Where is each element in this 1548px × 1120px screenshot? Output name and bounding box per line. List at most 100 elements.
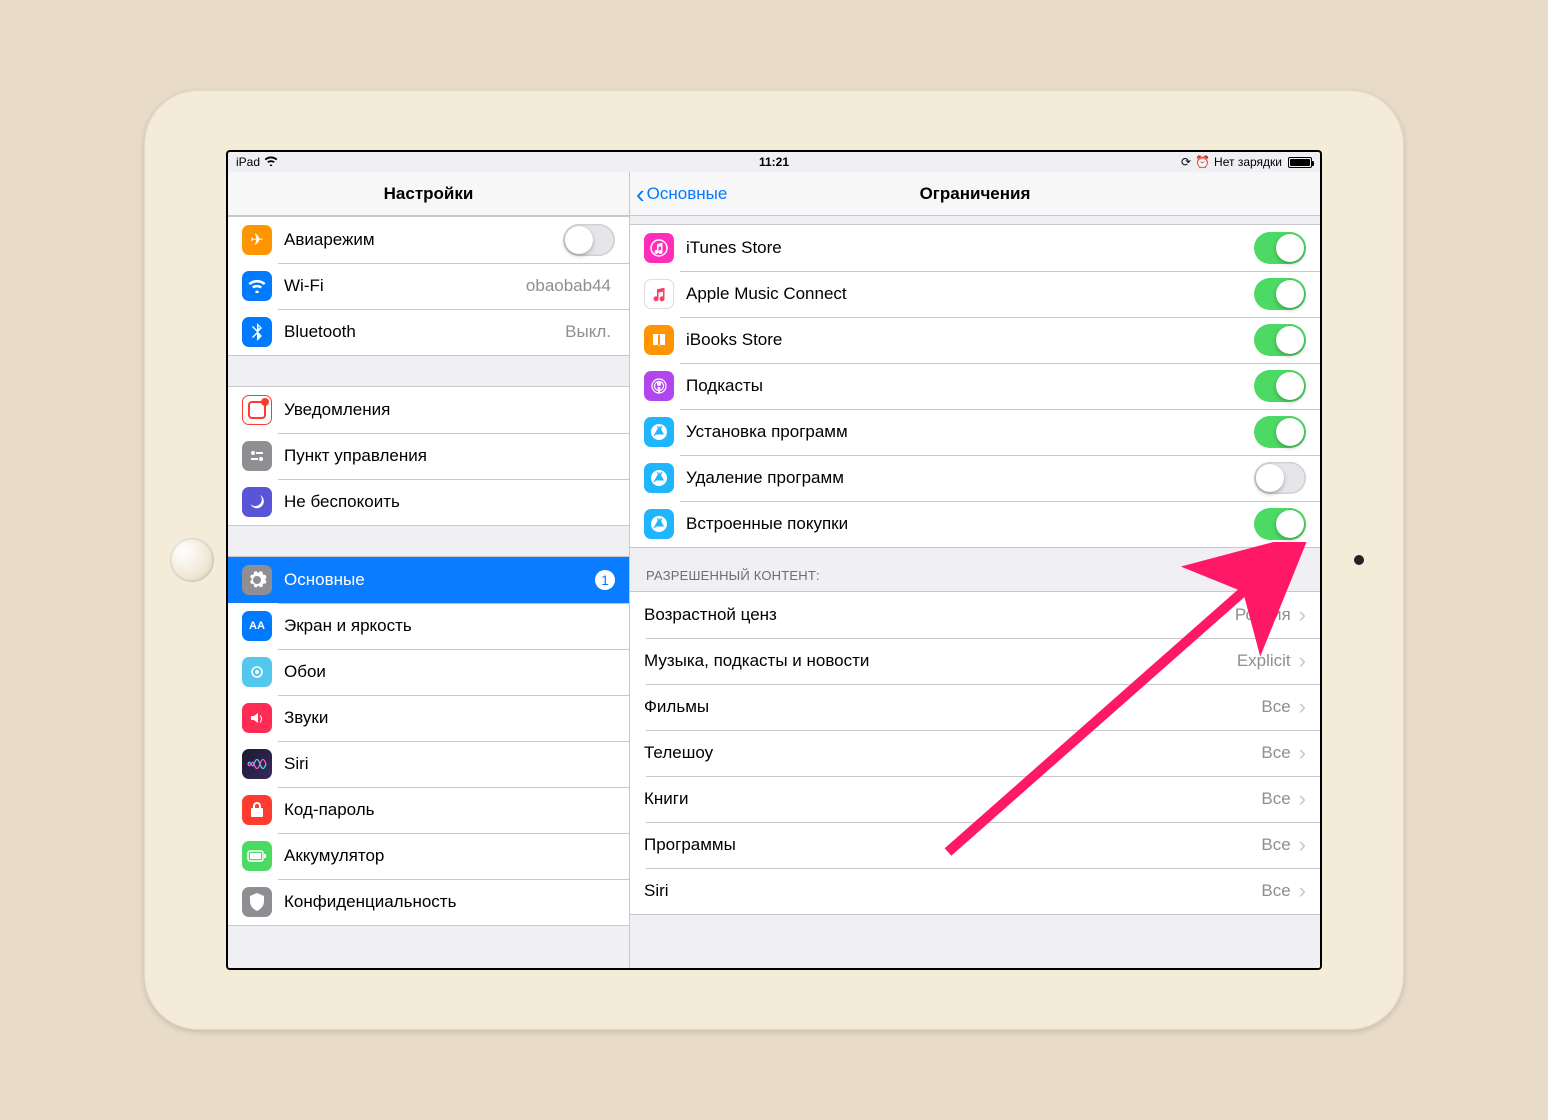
- restriction-label: iTunes Store: [686, 238, 1254, 258]
- sidebar-item-siri[interactable]: Siri: [228, 741, 629, 787]
- restriction-toggle[interactable]: [1254, 370, 1306, 402]
- sidebar-item-label: Siri: [284, 754, 615, 774]
- sidebar-item-controlcenter[interactable]: Пункт управления: [228, 433, 629, 479]
- appstore-icon: [644, 509, 674, 539]
- airplane-icon: ✈: [242, 225, 272, 255]
- ibooks-icon: [644, 325, 674, 355]
- sidebar-item-privacy[interactable]: Конфиденциальность: [228, 879, 629, 925]
- content-row[interactable]: ПрограммыВсе›: [630, 822, 1320, 868]
- content-detail: Explicit: [1237, 651, 1291, 671]
- wifi-icon: [264, 155, 278, 169]
- content-detail: Все: [1261, 881, 1290, 901]
- restriction-toggle[interactable]: [1254, 232, 1306, 264]
- restriction-label: Apple Music Connect: [686, 284, 1254, 304]
- sidebar-item-passcode[interactable]: Код-пароль: [228, 787, 629, 833]
- itunes-icon: [644, 233, 674, 263]
- sidebar-item-notifications[interactable]: Уведомления: [228, 387, 629, 433]
- allowed-content-rows: Возрастной цензРоссия›Музыка, подкасты и…: [630, 591, 1320, 915]
- chevron-right-icon: ›: [1299, 742, 1306, 764]
- content-label: Siri: [644, 881, 1261, 901]
- sidebar-item-airplane[interactable]: ✈ Авиарежим: [228, 217, 629, 263]
- sidebar-item-label: Авиарежим: [284, 230, 563, 250]
- chevron-left-icon: ‹: [636, 181, 645, 207]
- restriction-toggle-row[interactable]: iBooks Store: [630, 317, 1320, 363]
- allowed-content-header: РАЗРЕШЕННЫЙ КОНТЕНТ:: [630, 548, 1320, 591]
- home-button[interactable]: [170, 538, 214, 582]
- chevron-right-icon: ›: [1299, 650, 1306, 672]
- sidebar-item-label: Bluetooth: [284, 322, 565, 342]
- wifi-network-value: obaobab44: [526, 276, 611, 296]
- restriction-toggle[interactable]: [1254, 462, 1306, 494]
- chevron-right-icon: ›: [1299, 880, 1306, 902]
- content-detail: Все: [1261, 743, 1290, 763]
- sidebar-item-wifi[interactable]: Wi-Fi obaobab44: [228, 263, 629, 309]
- content-label: Книги: [644, 789, 1261, 809]
- display-icon: AA: [242, 611, 272, 641]
- battery-row-icon: [242, 841, 272, 871]
- sidebar-item-label: Уведомления: [284, 400, 615, 420]
- content-row[interactable]: ФильмыВсе›: [630, 684, 1320, 730]
- sidebar-item-label: Не беспокоить: [284, 492, 615, 512]
- orientation-lock-icon: ⟳: [1181, 155, 1191, 169]
- sidebar-group-connectivity: ✈ Авиарежим Wi-Fi obaobab44: [228, 216, 629, 356]
- content-label: Возрастной ценз: [644, 605, 1235, 625]
- restriction-toggle-row[interactable]: Встроенные покупки: [630, 501, 1320, 547]
- music-icon: [644, 279, 674, 309]
- sidebar-item-battery[interactable]: Аккумулятор: [228, 833, 629, 879]
- restriction-toggle-row[interactable]: iTunes Store: [630, 225, 1320, 271]
- bluetooth-status-value: Выкл.: [565, 322, 611, 342]
- content-label: Телешоу: [644, 743, 1261, 763]
- restriction-toggle[interactable]: [1254, 278, 1306, 310]
- siri-icon: [242, 749, 272, 779]
- chevron-right-icon: ›: [1299, 834, 1306, 856]
- status-bar: iPad 11:21 ⟳ ⏰ Нет зарядки: [228, 152, 1320, 172]
- sidebar-group-main: Основные 1 AA Экран и яркость Обои: [228, 556, 629, 926]
- sidebar-item-label: Экран и яркость: [284, 616, 615, 636]
- sidebar-item-label: Обои: [284, 662, 615, 682]
- restriction-toggle[interactable]: [1254, 416, 1306, 448]
- sidebar-item-label: Пункт управления: [284, 446, 615, 466]
- privacy-icon: [242, 887, 272, 917]
- controlcenter-icon: [242, 441, 272, 471]
- content-row[interactable]: SiriВсе ›: [630, 868, 1320, 914]
- settings-sidebar: Настройки ✈ Авиарежим Wi-Fi obaobab44: [228, 172, 630, 968]
- restriction-toggle-row[interactable]: Подкасты: [630, 363, 1320, 409]
- content-label: Фильмы: [644, 697, 1261, 717]
- content-row[interactable]: Возрастной цензРоссия ›: [630, 592, 1320, 638]
- chevron-right-icon: ›: [1299, 604, 1306, 626]
- sidebar-item-general[interactable]: Основные 1: [228, 557, 629, 603]
- status-time: 11:21: [228, 155, 1320, 169]
- appstore-icon: [644, 417, 674, 447]
- bluetooth-icon: [242, 317, 272, 347]
- restriction-toggle-row[interactable]: Установка программ: [630, 409, 1320, 455]
- airplane-toggle[interactable]: [563, 224, 615, 256]
- wifi-row-icon: [242, 271, 272, 301]
- back-button[interactable]: ‹ Основные: [636, 172, 727, 215]
- content-row[interactable]: ТелешоуВсе ›: [630, 730, 1320, 776]
- content-detail: Все: [1261, 789, 1290, 809]
- content-detail: Россия: [1235, 605, 1291, 625]
- restriction-toggle-row[interactable]: Apple Music Connect: [630, 271, 1320, 317]
- restriction-toggle-row[interactable]: Удаление программ: [630, 455, 1320, 501]
- content-detail: Все: [1261, 835, 1290, 855]
- sidebar-item-label: Wi-Fi: [284, 276, 526, 296]
- sidebar-item-display[interactable]: AA Экран и яркость: [228, 603, 629, 649]
- content-row[interactable]: Музыка, подкасты и новостиExplicit›: [630, 638, 1320, 684]
- gear-icon: [242, 565, 272, 595]
- detail-pane: ‹ Основные Ограничения iTunes Store Apple…: [630, 172, 1320, 968]
- sidebar-item-dnd[interactable]: Не беспокоить: [228, 479, 629, 525]
- content-row[interactable]: КнигиВсе›: [630, 776, 1320, 822]
- restriction-toggle[interactable]: [1254, 324, 1306, 356]
- restriction-label: Подкасты: [686, 376, 1254, 396]
- sounds-icon: [242, 703, 272, 733]
- lock-icon: [242, 795, 272, 825]
- restriction-toggle[interactable]: [1254, 508, 1306, 540]
- sidebar-item-bluetooth[interactable]: Bluetooth Выкл.: [228, 309, 629, 355]
- ipad-frame: iPad 11:21 ⟳ ⏰ Нет зарядки Настройки: [144, 90, 1404, 1030]
- status-left: iPad: [236, 155, 278, 169]
- screen: iPad 11:21 ⟳ ⏰ Нет зарядки Настройки: [228, 152, 1320, 968]
- detail-title: Ограничения: [920, 184, 1031, 204]
- sidebar-item-wallpaper[interactable]: Обои: [228, 649, 629, 695]
- battery-icon: [1288, 157, 1312, 168]
- sidebar-item-sounds[interactable]: Звуки: [228, 695, 629, 741]
